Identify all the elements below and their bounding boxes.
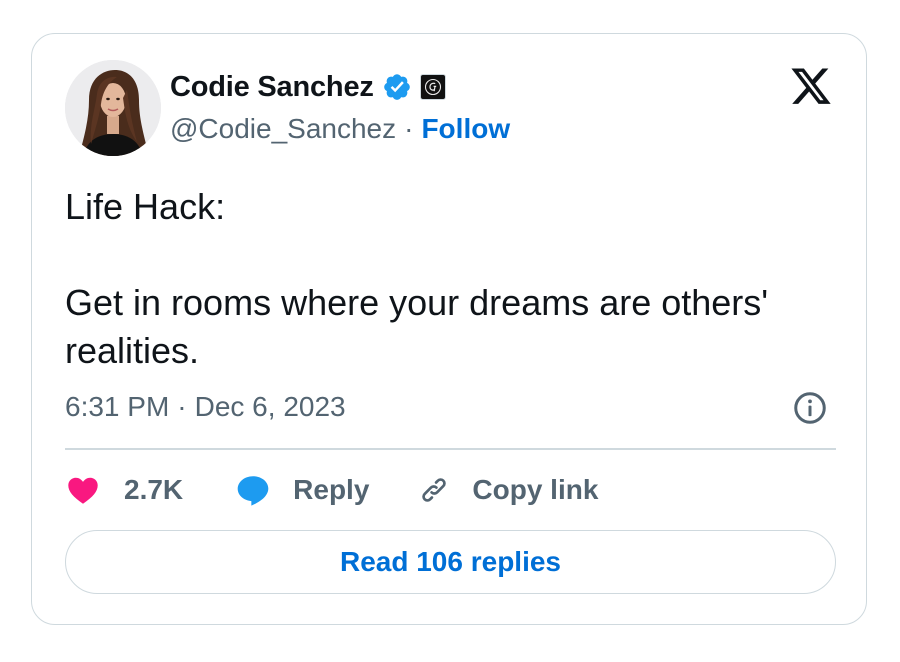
reply-label: Reply (293, 474, 370, 505)
tweet-text-line (65, 231, 845, 279)
tweet-text: Life Hack: Get in rooms where your dream… (65, 183, 845, 375)
tweet-text-line: Get in rooms where your dreams are other… (65, 282, 769, 323)
reply-bubble-icon (237, 476, 269, 506)
info-icon[interactable] (792, 390, 828, 426)
tweet-time: 6:31 PM (65, 391, 170, 422)
separator-dot: · (404, 113, 414, 144)
like-button[interactable]: 2.7K (65, 472, 183, 508)
copy-link-label: Copy link (472, 474, 599, 505)
tweet-timestamp[interactable]: 6:31 PM · Dec 6, 2023 (65, 389, 346, 425)
read-replies-button[interactable]: Read 106 replies (65, 530, 836, 594)
link-icon (422, 478, 447, 502)
reply-button[interactable]: Reply (235, 472, 369, 508)
heart-icon (68, 477, 98, 504)
likes-count: 2.7K (124, 474, 184, 505)
avatar[interactable] (65, 60, 161, 156)
follow-button[interactable]: Follow (421, 113, 510, 145)
tweet-text-line: Life Hack: (65, 186, 226, 227)
tweet-date: Dec 6, 2023 (194, 391, 346, 422)
author-display-name[interactable]: Codie Sanchez (170, 71, 374, 104)
tweet-card: Codie Sanchez @Codie_Sanchez · Follow Li… (31, 33, 867, 625)
author-name-row: Codie Sanchez (170, 70, 446, 104)
tweet-actions: 2.7K Reply Copy link (65, 470, 598, 510)
copy-link-button[interactable]: Copy link (416, 472, 598, 508)
verified-badge-icon (382, 72, 412, 102)
tweet-text-line: realities. (65, 330, 200, 371)
x-logo-icon[interactable] (789, 67, 833, 107)
divider (65, 448, 836, 450)
author-handle[interactable]: @Codie_Sanchez (170, 113, 396, 145)
affiliate-badge-icon[interactable] (419, 74, 446, 100)
separator-dot: · (177, 391, 187, 422)
avatar-photo (65, 60, 161, 156)
author-handle-row: @Codie_Sanchez · Follow (170, 112, 510, 146)
